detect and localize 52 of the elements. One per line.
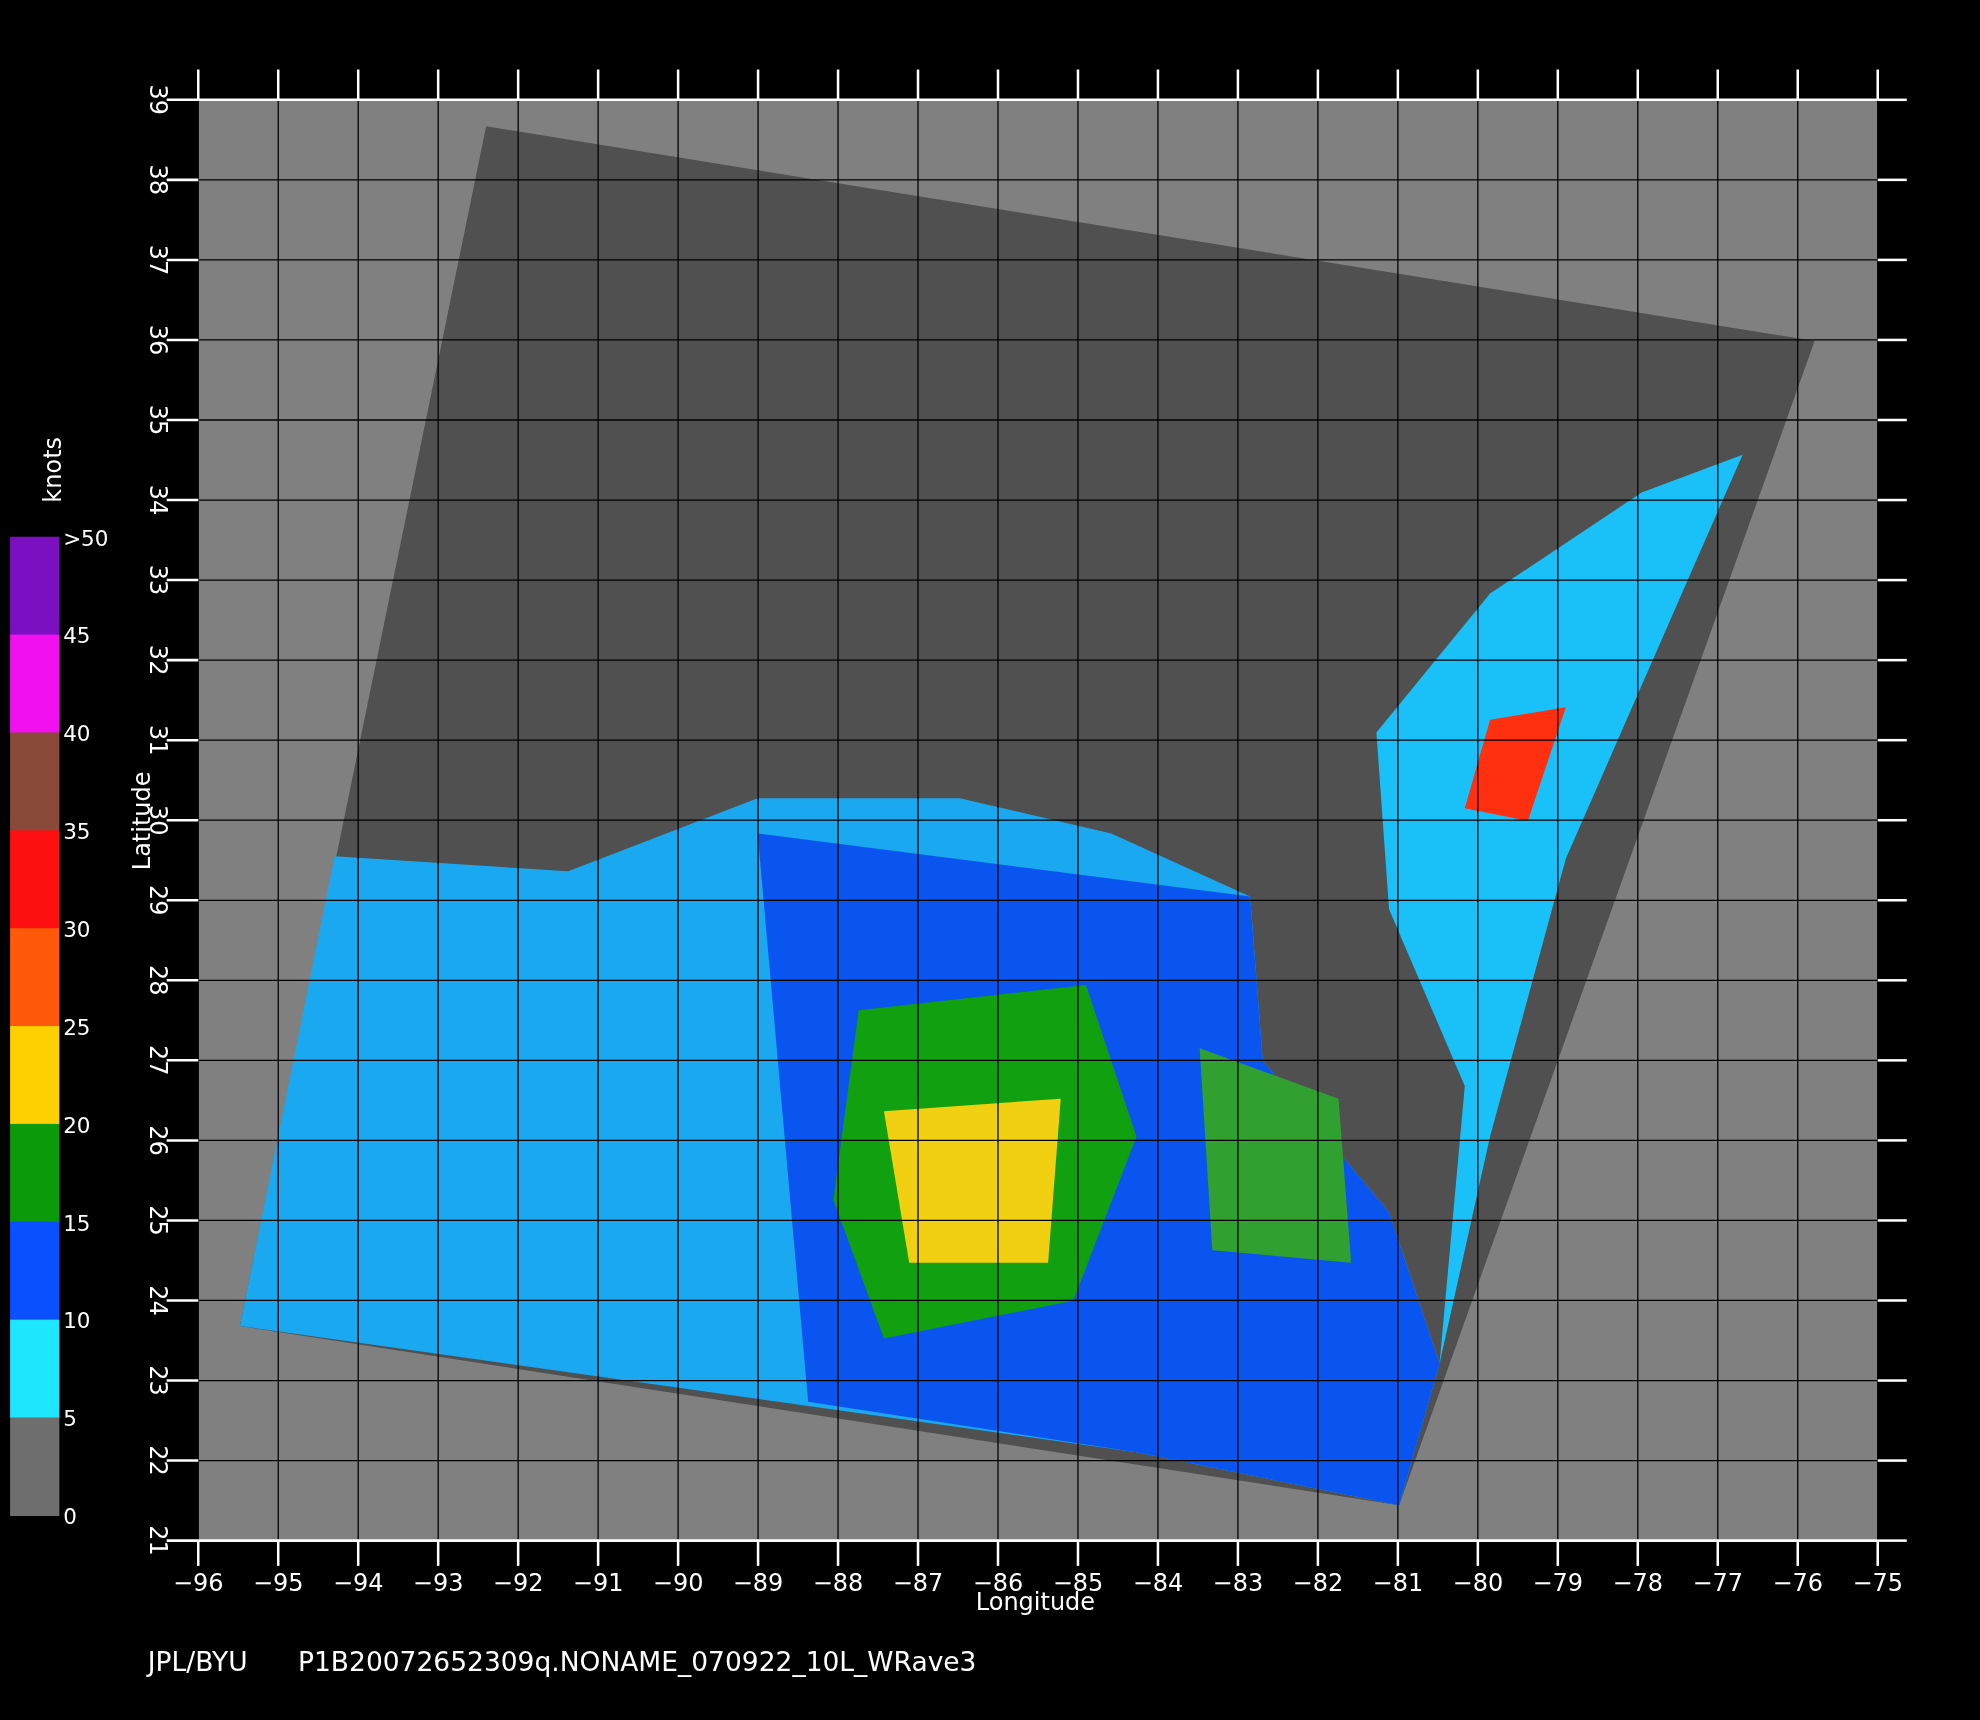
- tick-label: −89: [732, 1569, 784, 1598]
- tick-label: −78: [1612, 1569, 1664, 1598]
- colorbar-label: 40: [63, 721, 91, 747]
- tick-label: −80: [1452, 1569, 1504, 1598]
- tick-label: 33: [144, 564, 173, 596]
- tick-label: 32: [144, 644, 173, 676]
- colorbar-label: >50: [63, 525, 109, 551]
- tick-label: −79: [1532, 1569, 1584, 1598]
- tick-label: −83: [1212, 1569, 1264, 1598]
- tick-label: 37: [144, 244, 173, 276]
- colorbar-label: 25: [63, 1014, 91, 1040]
- colorbar-label: 45: [63, 623, 91, 649]
- tick-label: 26: [144, 1125, 173, 1156]
- tick-label: 39: [144, 84, 173, 116]
- tick-label: 28: [144, 965, 173, 996]
- colorbar-label: 35: [63, 819, 91, 845]
- tick-label: −84: [1132, 1569, 1184, 1598]
- tick-label: 23: [144, 1365, 173, 1396]
- tick-label: −93: [412, 1569, 464, 1598]
- tick-label: 25: [144, 1205, 173, 1236]
- colorbar-label: 5: [63, 1406, 77, 1432]
- colorbar-label: 20: [63, 1112, 91, 1138]
- tick-label: −95: [252, 1569, 304, 1598]
- tick-label: 34: [144, 484, 173, 516]
- tick-label: 21: [144, 1525, 173, 1556]
- tick-label: −81: [1372, 1569, 1424, 1598]
- tick-label: 35: [144, 404, 173, 436]
- tick-label: −76: [1772, 1569, 1824, 1598]
- colorbar-label: 0: [63, 1504, 77, 1530]
- colorbar-label: 30: [63, 917, 91, 943]
- tick-label: 27: [144, 1045, 173, 1076]
- tick-label: −88: [812, 1569, 864, 1598]
- tick-label: −91: [572, 1569, 624, 1598]
- tick-label: −77: [1692, 1569, 1744, 1598]
- tick-label: −90: [652, 1569, 704, 1598]
- tick-label: 38: [144, 164, 173, 196]
- tick-label: −96: [172, 1569, 224, 1598]
- colorbar-label: 15: [63, 1210, 91, 1236]
- colorbar-label: 10: [63, 1308, 91, 1334]
- tick-label: −82: [1292, 1569, 1344, 1598]
- tick-label: 31: [144, 724, 173, 756]
- tick-label: −92: [492, 1569, 544, 1598]
- tick-label: 22: [144, 1445, 173, 1476]
- file-name: P1B20072652309q.NONAME_070922_10L_WRave3: [298, 1645, 977, 1677]
- tick-label: 24: [144, 1285, 173, 1316]
- source-label: JPL/BYU: [147, 1645, 248, 1677]
- colorbar-title: knots: [38, 436, 67, 503]
- tick-label: 36: [144, 324, 173, 356]
- tick-label: 29: [144, 885, 173, 916]
- tick-label: −75: [1852, 1569, 1904, 1598]
- tick-label: −87: [892, 1569, 944, 1598]
- tick-label: −94: [332, 1569, 384, 1598]
